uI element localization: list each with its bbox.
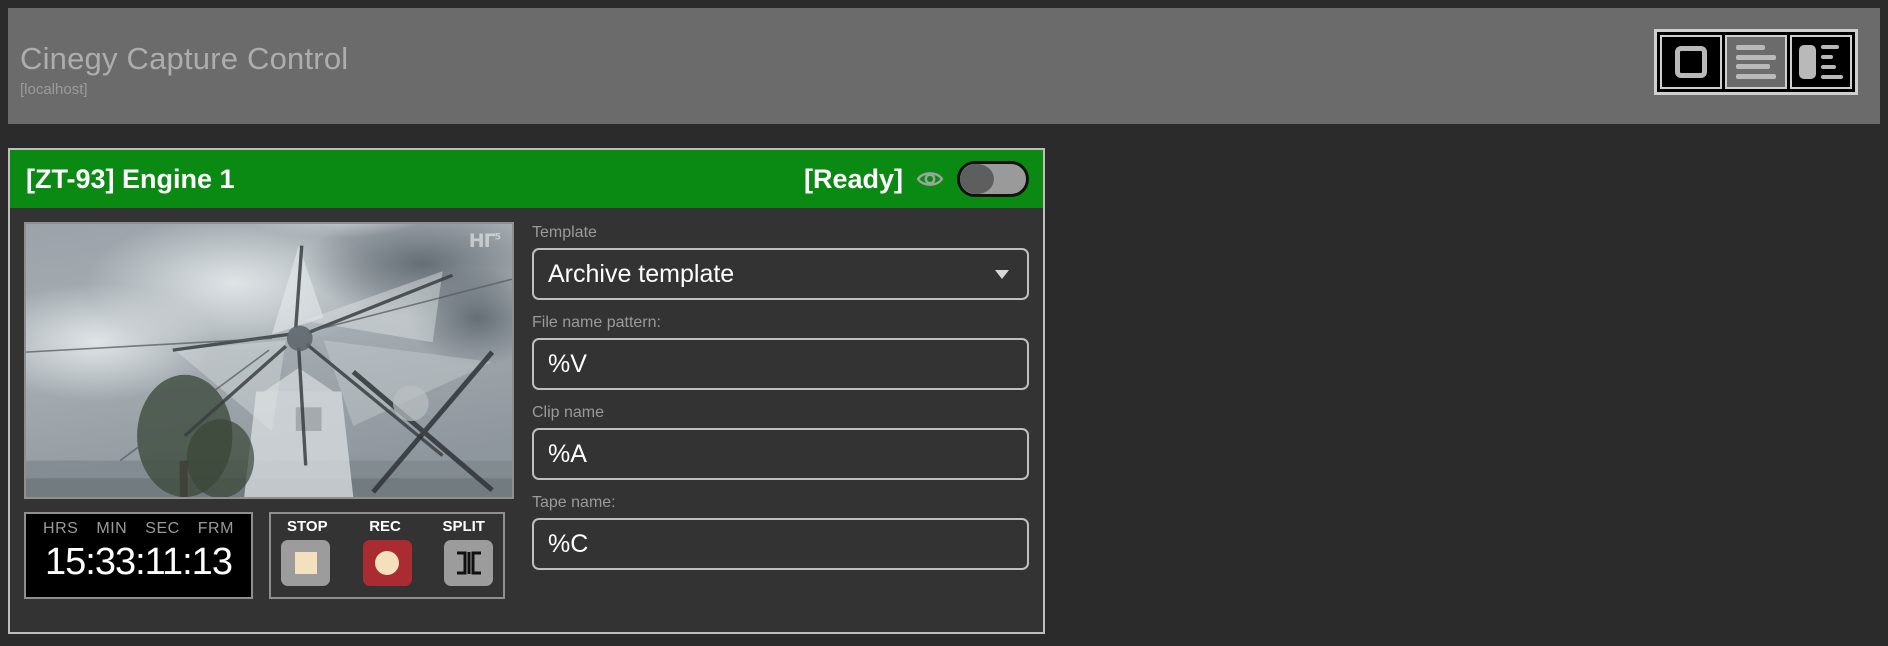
timecode-display: HRS MIN SEC FRM 15:33:11:13: [24, 512, 253, 599]
timecode-label-min: MIN: [96, 520, 128, 537]
clip-name-label: Clip name: [532, 404, 605, 421]
split-icon: [454, 549, 484, 577]
timecode-value: 15:33:11:13: [45, 541, 233, 583]
app-header: Cinegy Capture Control [localhost]: [8, 8, 1880, 124]
file-name-pattern-input[interactable]: [532, 338, 1029, 390]
tape-name-input[interactable]: [532, 518, 1029, 570]
list-view-icon: [1736, 45, 1776, 79]
chevron-down-icon: [995, 269, 1009, 279]
engine-body: HГ5 HRS MIN SEC FRM 15:33:11:13 STOP REC…: [10, 208, 1043, 599]
toggle-knob: [960, 164, 994, 194]
app-title-group: Cinegy Capture Control [localhost]: [8, 8, 348, 100]
single-view-icon: [1675, 46, 1707, 78]
split-button-label: SPLIT: [442, 518, 485, 535]
video-frame-image: [26, 224, 512, 497]
preview-toggle[interactable]: [957, 161, 1029, 197]
transport-controls: STOP REC SPLIT: [269, 512, 505, 599]
status-badge: [Ready]: [803, 163, 903, 194]
stop-square-icon: [294, 552, 317, 574]
timecode-label-frm: FRM: [197, 520, 234, 537]
stop-button[interactable]: [281, 540, 330, 586]
record-button[interactable]: [362, 540, 412, 586]
file-name-pattern-field: File name pattern:: [532, 312, 1029, 390]
engine-panel: [ZT-93] Engine 1 [Ready] HГ5 HRS MIN SEC…: [8, 148, 1045, 634]
tape-name-label: Tape name:: [532, 494, 616, 511]
channel-watermark: HГ5: [468, 230, 501, 252]
view-mode-split-button[interactable]: [1790, 35, 1852, 89]
engine-right-column: Template Archive template File name patt…: [518, 222, 1029, 599]
engine-left-column: HГ5 HRS MIN SEC FRM 15:33:11:13 STOP REC…: [24, 222, 518, 599]
page-title: Cinegy Capture Control: [20, 41, 349, 76]
video-preview[interactable]: HГ5: [24, 222, 514, 499]
split-button[interactable]: [444, 540, 493, 586]
transport-labels: STOP REC SPLIT: [279, 518, 495, 535]
timecode-label-sec: SEC: [145, 520, 180, 537]
template-label: Template: [532, 224, 597, 241]
record-circle-icon: [375, 551, 399, 575]
transport-row: HRS MIN SEC FRM 15:33:11:13 STOP REC SPL…: [24, 512, 518, 599]
stop-button-label: STOP: [287, 518, 328, 535]
rec-button-label: REC: [369, 518, 401, 535]
view-mode-single-button[interactable]: [1660, 35, 1722, 89]
file-name-pattern-label: File name pattern:: [532, 314, 661, 331]
timecode-labels: HRS MIN SEC FRM: [34, 520, 243, 538]
view-mode-list-button[interactable]: [1725, 35, 1787, 89]
split-view-icon: [1799, 45, 1843, 79]
view-mode-switcher[interactable]: [1654, 29, 1858, 95]
engine-name: [ZT-93] Engine 1: [26, 163, 235, 194]
template-select[interactable]: Archive template: [532, 248, 1029, 300]
clip-name-field: Clip name: [532, 402, 1029, 480]
tape-name-field: Tape name:: [532, 492, 1029, 570]
template-select-value: Archive template: [548, 259, 735, 288]
transport-buttons: [279, 540, 495, 586]
template-field: Template Archive template: [532, 222, 1029, 300]
eye-icon[interactable]: [916, 168, 944, 190]
engine-titlebar: [ZT-93] Engine 1 [Ready]: [10, 150, 1043, 208]
timecode-label-hrs: HRS: [43, 520, 79, 537]
host-label: [localhost]: [20, 81, 88, 98]
clip-name-input[interactable]: [532, 428, 1029, 480]
engine-status-group: [Ready]: [804, 161, 1029, 197]
